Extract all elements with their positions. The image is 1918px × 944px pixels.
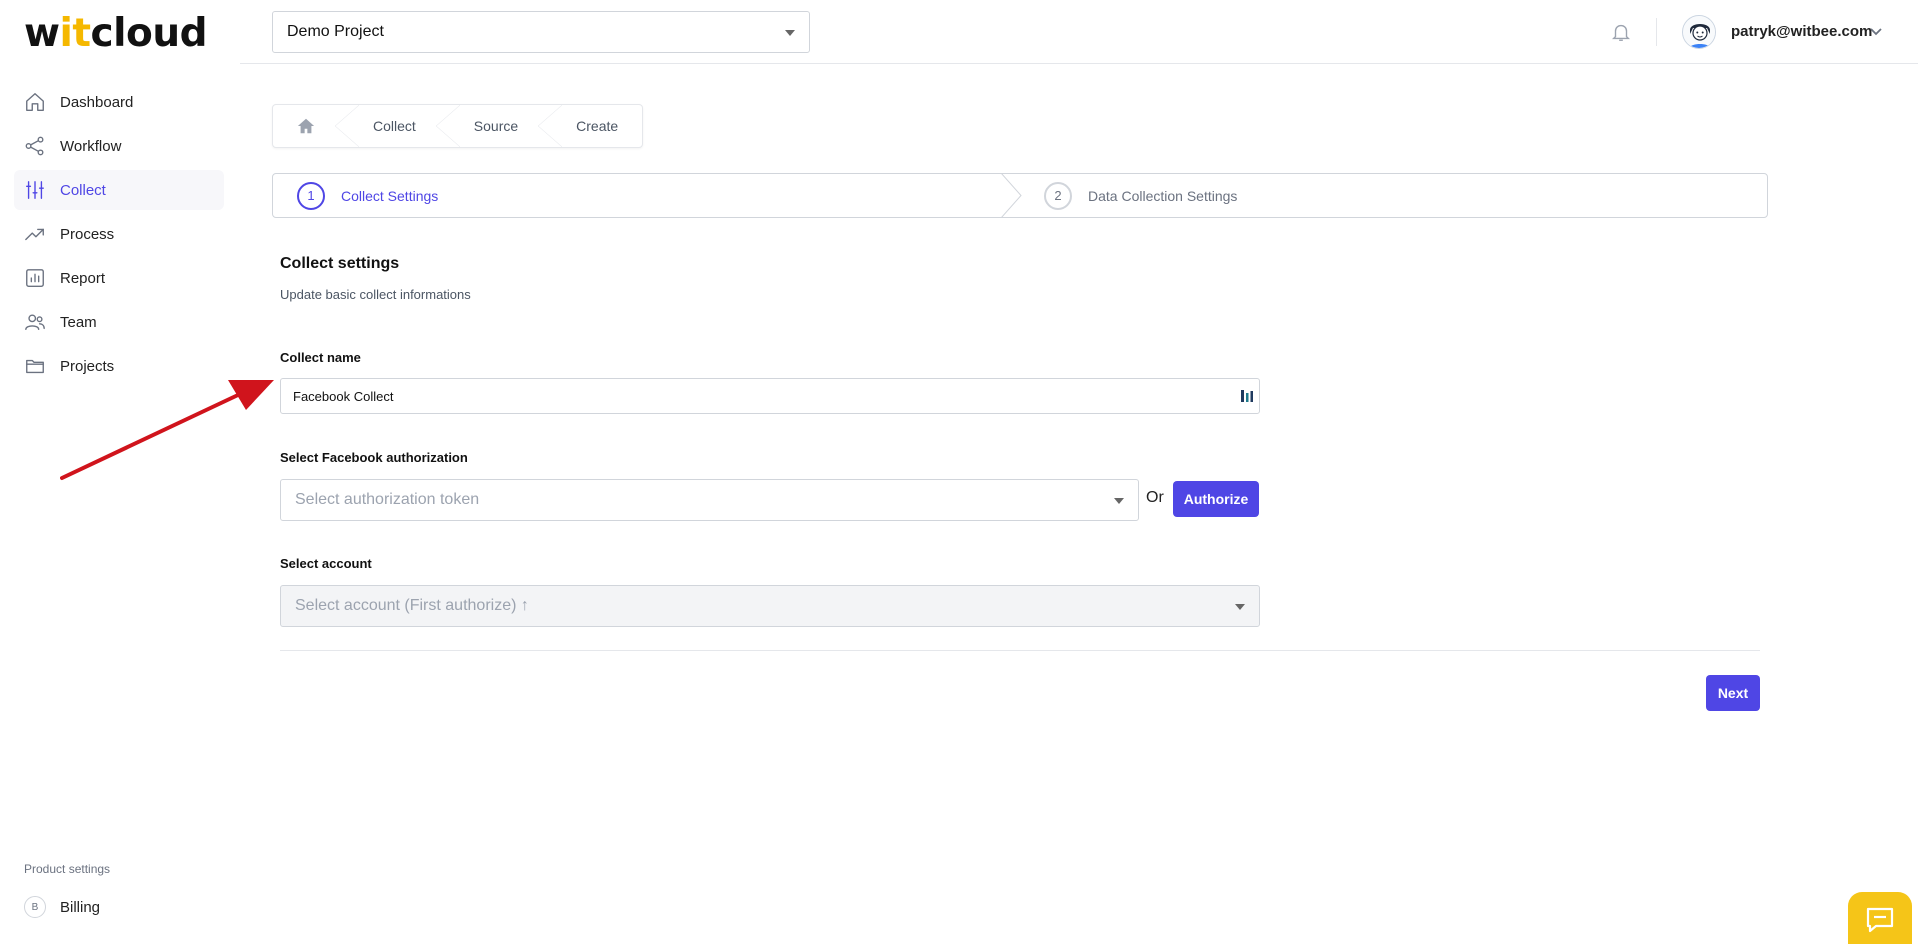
- authorize-button[interactable]: Authorize: [1173, 481, 1259, 517]
- caret-down-icon: [1235, 604, 1245, 610]
- account-select: Select account (First authorize) ↑: [280, 585, 1260, 627]
- form-subtitle: Update basic collect informations: [280, 287, 471, 302]
- project-select[interactable]: Demo Project: [272, 11, 810, 53]
- caret-down-icon: [1114, 498, 1124, 504]
- account-label: Select account: [280, 556, 372, 571]
- user-avatar[interactable]: [1682, 15, 1716, 49]
- authorization-token-placeholder: Select authorization token: [295, 491, 480, 508]
- trend-icon: [24, 223, 46, 245]
- wizard-stepper: 1 Collect Settings 2 Data Collection Set…: [272, 172, 1768, 219]
- form-title: Collect settings: [280, 255, 400, 272]
- sidebar-item-collect[interactable]: Collect: [14, 170, 224, 210]
- sidebar-item-label: Team: [60, 313, 97, 331]
- product-settings-heading: Product settings: [24, 862, 111, 876]
- breadcrumb-source[interactable]: Source: [435, 105, 542, 147]
- sidebar-item-label: Billing: [60, 898, 101, 916]
- caret-down-icon: [785, 30, 795, 36]
- home-icon: [297, 118, 315, 134]
- account-placeholder: Select account (First authorize) ↑: [295, 597, 529, 614]
- form-divider: [280, 650, 1760, 651]
- sidebar-item-workflow[interactable]: Workflow: [14, 126, 224, 166]
- topbar-divider: [1656, 18, 1657, 46]
- breadcrumb-home[interactable]: [273, 105, 339, 147]
- collect-name-label: Collect name: [280, 350, 361, 365]
- authorization-token-select[interactable]: Select authorization token: [280, 479, 1139, 521]
- sidebar-item-label: Workflow: [60, 137, 122, 155]
- share-icon: [24, 135, 46, 157]
- sidebar-item-label: Collect: [60, 181, 106, 199]
- bell-icon[interactable]: [1610, 20, 1632, 44]
- sidebar-nav: Dashboard Workflow Collect Process Repor…: [14, 82, 224, 390]
- or-text: Or: [1146, 489, 1164, 506]
- facebook-authorization-label: Select Facebook authorization: [280, 450, 468, 465]
- users-icon: [24, 311, 46, 333]
- step-data-collection-settings[interactable]: 2 Data Collection Settings: [1044, 174, 1237, 217]
- sidebar-item-label: Dashboard: [60, 93, 134, 111]
- folder-icon: [24, 355, 46, 377]
- sidebar-item-label: Process: [60, 225, 115, 243]
- collect-name-input[interactable]: [280, 378, 1260, 414]
- step-number: 2: [1044, 181, 1072, 210]
- home-icon: [24, 91, 46, 113]
- sliders-icon: [24, 179, 46, 201]
- sidebar-item-billing[interactable]: B Billing: [24, 896, 100, 918]
- sidebar-item-report[interactable]: Report: [14, 258, 224, 298]
- chat-widget-button[interactable]: [1848, 892, 1912, 944]
- user-email[interactable]: patryk@witbee.com: [1731, 22, 1872, 42]
- sidebar-item-label: Report: [60, 269, 106, 287]
- breadcrumb-collect[interactable]: Collect: [335, 105, 440, 147]
- sidebar-item-projects[interactable]: Projects: [14, 346, 224, 386]
- sidebar-item-process[interactable]: Process: [14, 214, 224, 254]
- step-number: 1: [297, 181, 325, 210]
- bar-chart-icon: [24, 267, 46, 289]
- breadcrumb: Collect Source Create: [272, 104, 644, 148]
- password-manager-icon[interactable]: [1240, 389, 1254, 403]
- breadcrumb-create[interactable]: Create: [538, 105, 642, 147]
- step-separator: [1000, 172, 1023, 219]
- chat-icon: [1866, 907, 1894, 933]
- next-button[interactable]: Next: [1706, 675, 1760, 711]
- step-collect-settings[interactable]: 1 Collect Settings: [297, 174, 438, 217]
- witcloud-logo[interactable]: witcloud: [24, 14, 208, 54]
- project-select-value: Demo Project: [287, 23, 384, 40]
- sidebar-item-label: Projects: [60, 357, 115, 375]
- billing-badge: B: [24, 896, 46, 918]
- sidebar-item-dashboard[interactable]: Dashboard: [14, 82, 224, 122]
- step-label: Data Collection Settings: [1088, 187, 1238, 204]
- chevron-down-icon[interactable]: [1869, 24, 1883, 38]
- sidebar-item-team[interactable]: Team: [14, 302, 224, 342]
- step-label: Collect Settings: [341, 187, 439, 204]
- topbar-border: [240, 63, 1918, 64]
